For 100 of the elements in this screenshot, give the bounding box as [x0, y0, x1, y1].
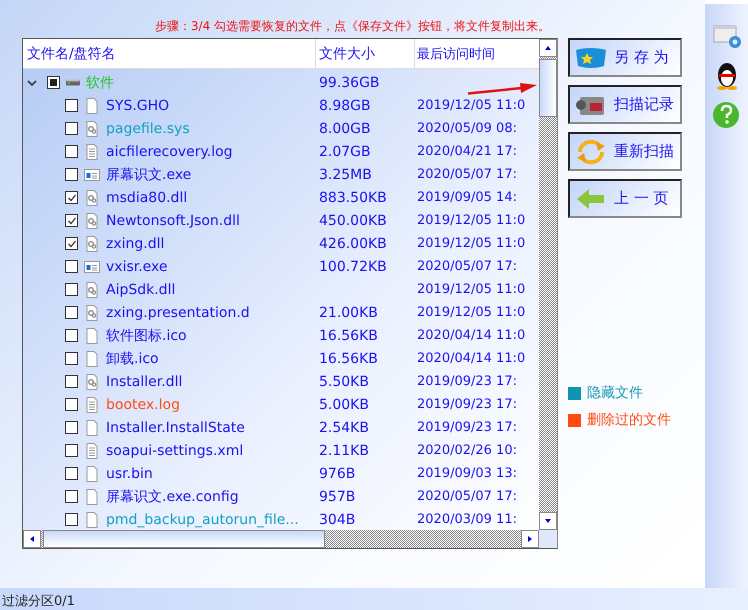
- table-cell-text: 2020/04/14 11:0: [416, 328, 526, 343]
- checkbox[interactable]: [65, 329, 78, 342]
- table-cell-text: 450.00KB: [318, 212, 388, 228]
- scroll-down-button[interactable]: [539, 512, 557, 530]
- file-name[interactable]: msdia80.dll: [106, 190, 188, 206]
- file-name[interactable]: AipSdk.dll: [106, 282, 176, 298]
- file-name[interactable]: Installer.dll: [106, 374, 182, 390]
- checkbox[interactable]: [65, 444, 78, 457]
- table-cell-text: 426.00KB: [318, 236, 388, 252]
- action-button[interactable]: 重新扫描: [568, 132, 682, 171]
- window-icon: [84, 166, 100, 182]
- column-header[interactable]: 最后访问时间: [415, 39, 541, 68]
- vertical-scrollbar[interactable]: [539, 39, 557, 530]
- table-cell-text: 2019/09/23 17:: [416, 420, 518, 435]
- file-name[interactable]: aicfilerecovery.log: [106, 144, 233, 160]
- checkbox[interactable]: [65, 99, 78, 112]
- checkbox[interactable]: [65, 214, 78, 227]
- table-cell-text: 2020/05/07 17:: [416, 167, 518, 182]
- table-cell-text: 16.56KB: [318, 328, 379, 344]
- table-cell-text: 883.50KB: [318, 190, 388, 206]
- action-button[interactable]: 上 一 页: [568, 179, 682, 218]
- file-name[interactable]: 屏幕识文.exe.config: [106, 488, 239, 506]
- scroll-thumb[interactable]: [539, 59, 557, 117]
- checkbox[interactable]: [65, 237, 78, 250]
- checkbox[interactable]: [65, 421, 78, 434]
- checkbox[interactable]: [47, 76, 60, 89]
- annotation-arrow: [466, 83, 538, 95]
- action-button[interactable]: 扫描记录: [568, 85, 682, 124]
- file-name[interactable]: usr.bin: [106, 466, 153, 482]
- table-cell-text: 2020/03/09 11:: [416, 512, 518, 527]
- checkbox[interactable]: [65, 375, 78, 388]
- checkbox[interactable]: [65, 513, 78, 526]
- gear-file-icon: [84, 120, 100, 136]
- horizontal-scrollbar[interactable]: [23, 530, 539, 548]
- table-cell-text: 3.25MB: [318, 166, 373, 182]
- column-header[interactable]: 文件大小: [316, 39, 415, 68]
- table-cell-text: 8.98GB: [318, 98, 372, 114]
- table-cell-text: 100.72KB: [318, 258, 388, 274]
- file-icon: [84, 420, 100, 436]
- checkbox[interactable]: [65, 283, 78, 296]
- file-name[interactable]: 软件图标.ico: [106, 326, 187, 344]
- file-name[interactable]: zxing.presentation.d: [106, 304, 250, 320]
- gear-file-icon: [84, 374, 100, 390]
- file-name[interactable]: soapui-settings.xml: [106, 442, 244, 458]
- status-text: 过滤分区0/1: [2, 593, 75, 610]
- drive-icon: [66, 79, 80, 86]
- file-icon: [84, 488, 100, 504]
- gear-file-icon: [84, 304, 100, 320]
- table-cell-text: 5.00KB: [318, 396, 370, 412]
- scroll-left-button[interactable]: [23, 530, 41, 548]
- gear-file-icon: [84, 236, 100, 252]
- table-cell-text: 2019/09/03 13:: [416, 466, 518, 481]
- table-cell-text: 2019/12/05 11:0: [416, 98, 526, 113]
- table-cell-text: 976B: [318, 466, 356, 482]
- scroll-thumb[interactable]: [43, 530, 325, 548]
- scroll-up-button[interactable]: [539, 39, 557, 57]
- checkbox[interactable]: [65, 467, 78, 480]
- right-caret-icon: [526, 535, 534, 543]
- table-cell-text: 2019/12/05 11:0: [416, 305, 526, 320]
- checkbox[interactable]: [65, 398, 78, 411]
- column-header[interactable]: 文件名/盘符名: [23, 39, 316, 68]
- table-cell-text: 8.00GB: [318, 120, 372, 136]
- down-caret-icon: [544, 517, 552, 525]
- action-button[interactable]: 另 存 为: [568, 38, 682, 77]
- file-name[interactable]: Newtonsoft.Json.dll: [106, 212, 240, 228]
- checkbox[interactable]: [65, 260, 78, 273]
- legend-label: 删除过的文件: [587, 411, 671, 429]
- checkbox[interactable]: [65, 490, 78, 503]
- checkbox[interactable]: [65, 122, 78, 135]
- checkbox[interactable]: [65, 306, 78, 319]
- table-cell-text: 2020/05/09 08:: [416, 121, 518, 136]
- table-cell-text: 2.07GB: [318, 144, 372, 160]
- checkbox[interactable]: [65, 168, 78, 181]
- file-name[interactable]: zxing.dll: [106, 236, 164, 252]
- table-cell-text: 957B: [318, 488, 356, 504]
- gear-file-icon: [84, 190, 100, 206]
- file-name[interactable]: SYS.GHO: [106, 98, 170, 114]
- table-cell-text: 2019/09/23 17:: [416, 397, 518, 412]
- scrollbar-corner: [539, 530, 557, 548]
- file-name[interactable]: 屏幕识文.exe: [106, 166, 192, 184]
- checkbox[interactable]: [65, 145, 78, 158]
- scroll-right-button[interactable]: [521, 530, 539, 548]
- table-cell-text: 2019/09/05 14:: [416, 190, 518, 205]
- table-cell-text: 2020/04/21 17:: [416, 144, 518, 159]
- table-cell-text: 5.50KB: [318, 374, 370, 390]
- file-name[interactable]: 卸载.ico: [106, 350, 159, 368]
- left-caret-icon: [28, 535, 36, 543]
- file-name[interactable]: Installer.InstallState: [106, 420, 245, 436]
- gear-file-icon: [84, 282, 100, 298]
- checkbox[interactable]: [65, 191, 78, 204]
- legend-label: 隐藏文件: [587, 384, 643, 402]
- file-icon: [84, 350, 100, 366]
- table-cell-text: 16.56KB: [318, 350, 379, 366]
- chevron-icon[interactable]: [27, 78, 37, 88]
- checkbox[interactable]: [65, 352, 78, 365]
- file-name[interactable]: vxisr.exe: [106, 258, 168, 274]
- table-cell-text: 2020/02/26 10:: [416, 443, 518, 458]
- table-cell-text: 2019/12/05 11:0: [416, 282, 526, 297]
- table-cell-text: 2019/12/05 11:0: [416, 213, 526, 228]
- file-icon: [84, 328, 100, 344]
